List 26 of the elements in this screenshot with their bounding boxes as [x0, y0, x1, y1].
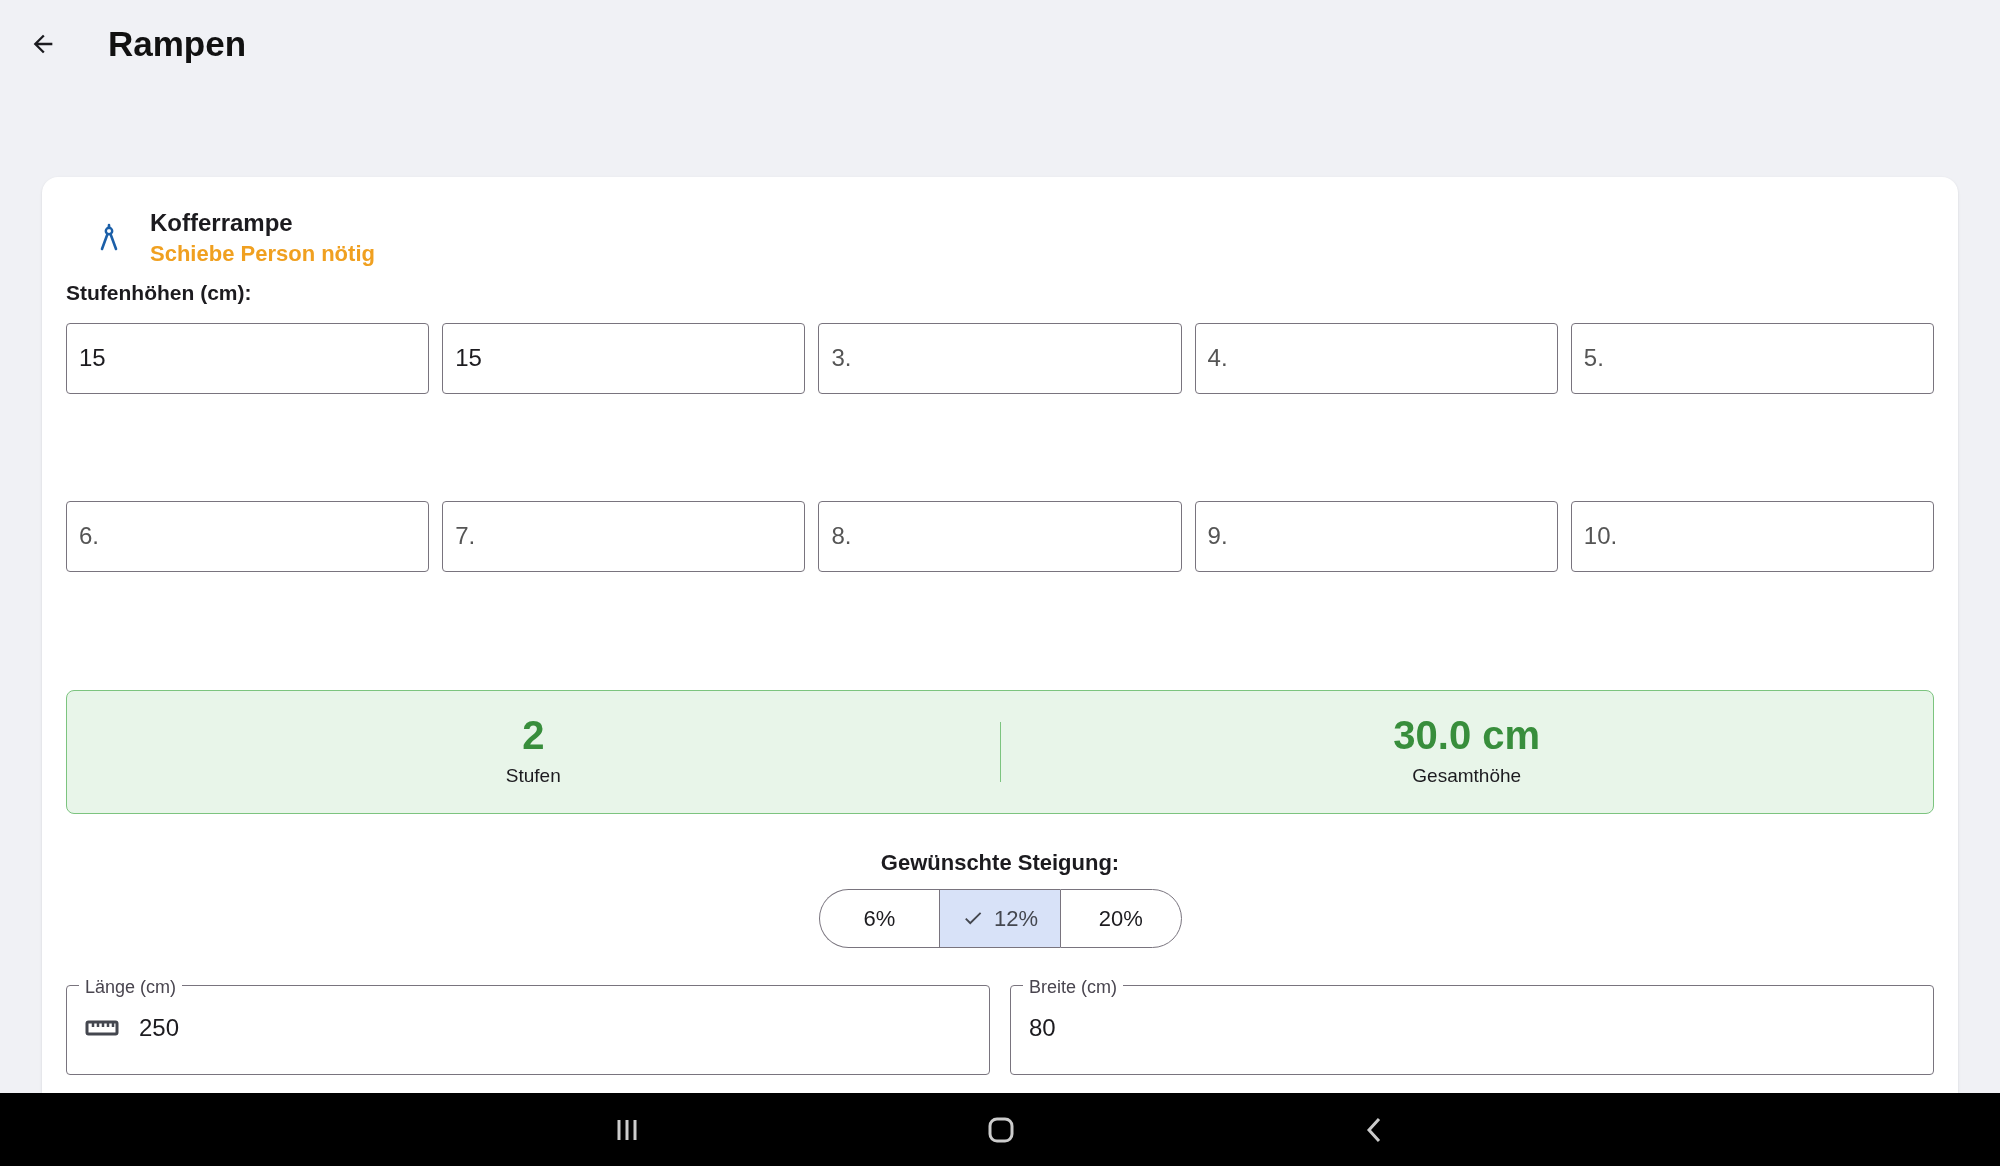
home-icon[interactable]: [987, 1115, 1015, 1144]
section-label: Gewünschte Steigung:: [879, 848, 1121, 877]
summary-label: Gesamthöhe: [1412, 764, 1522, 789]
step-height-field[interactable]: 5.: [1570, 322, 1934, 394]
ramp-warning: Schiebe Person nötig: [150, 240, 375, 268]
summary-value: 30.0 cm: [1393, 712, 1541, 759]
step-height-field[interactable]: 4.: [1194, 322, 1558, 394]
step-height-field[interactable]: 6.: [66, 500, 430, 572]
summary-label: Stufen: [505, 764, 561, 789]
field-value: 250: [139, 1012, 180, 1043]
slope-option[interactable]: 6%: [818, 888, 940, 948]
section-label: Stufenhöhen (cm):: [66, 280, 253, 306]
step-height-field[interactable]: 8.: [818, 500, 1182, 572]
field-value: 80: [1029, 1012, 1056, 1043]
step-height-field[interactable]: 10.: [1570, 500, 1934, 572]
ramp-name: Kofferrampe: [150, 208, 294, 238]
step-height-field[interactable]: 7.: [442, 500, 806, 572]
slope-option[interactable]: 12%: [939, 888, 1060, 948]
summary-value: 2: [522, 712, 545, 759]
step-height-field[interactable]: 15: [66, 322, 430, 394]
slope-option[interactable]: 20%: [1059, 888, 1182, 948]
compass-icon: [98, 223, 120, 253]
page-title: Rampen: [108, 22, 247, 65]
step-height-field[interactable]: 9.: [1194, 500, 1558, 572]
step-height-field[interactable]: 3.: [818, 322, 1182, 394]
step-height-field[interactable]: 15: [442, 322, 806, 394]
